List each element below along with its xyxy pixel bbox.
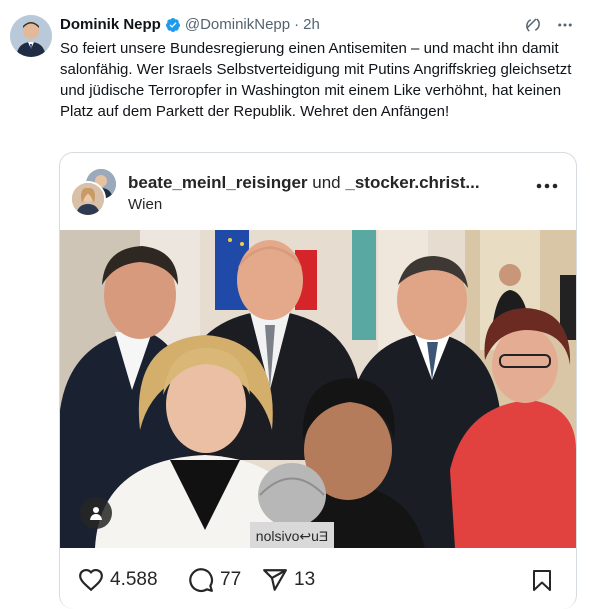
post-location[interactable]: Wien <box>128 196 162 213</box>
share-count: 13 <box>294 569 316 590</box>
like-action[interactable]: 4.588 <box>78 567 158 593</box>
collab-title: beate_meinl_reisinger und _stocker.chris… <box>128 173 480 193</box>
collab-user-2[interactable]: _stocker.christ... <box>345 173 479 192</box>
collab-user-1[interactable]: beate_meinl_reisinger <box>128 173 308 192</box>
collab-avatars[interactable] <box>70 167 118 217</box>
verified-badge-icon <box>165 17 180 32</box>
like-count: 4.588 <box>110 569 158 590</box>
comment-action[interactable]: 77 <box>188 567 241 593</box>
comment-count: 77 <box>220 569 242 590</box>
grok-icon[interactable] <box>524 16 542 34</box>
bookmark-icon <box>533 570 551 591</box>
tweet-text: So feiert unsere Bundesregierung einen A… <box>60 40 572 120</box>
save-action[interactable] <box>530 567 554 593</box>
comment-icon <box>189 568 214 593</box>
collab-avatar-2 <box>70 181 106 217</box>
share-icon <box>263 569 287 591</box>
collab-connector: und <box>312 173 341 192</box>
author-name[interactable]: Dominik Nepp <box>60 16 161 33</box>
share-action[interactable]: 13 <box>262 567 315 593</box>
author-avatar[interactable] <box>10 15 52 57</box>
separator-dot: · <box>294 16 300 33</box>
tagged-people-icon[interactable] <box>80 497 112 529</box>
heart-icon <box>79 568 103 592</box>
post-photo[interactable]: nolsivo↩uƎ <box>60 230 576 548</box>
mic-brand-text: nolsivo↩uƎ <box>256 528 328 544</box>
post-actions: 4.588 77 13 <box>60 561 576 601</box>
more-options-icon[interactable] <box>556 16 574 34</box>
tweet-top-icons <box>524 16 574 34</box>
author-handle[interactable]: @DominikNepp <box>185 16 290 33</box>
instagram-embed-card[interactable]: beate_meinl_reisinger und _stocker.chris… <box>59 152 577 609</box>
post-more-icon[interactable] <box>536 183 558 189</box>
timestamp[interactable]: 2h <box>303 16 320 33</box>
tweet-header: Dominik Nepp @DominikNepp · 2h <box>60 16 320 33</box>
